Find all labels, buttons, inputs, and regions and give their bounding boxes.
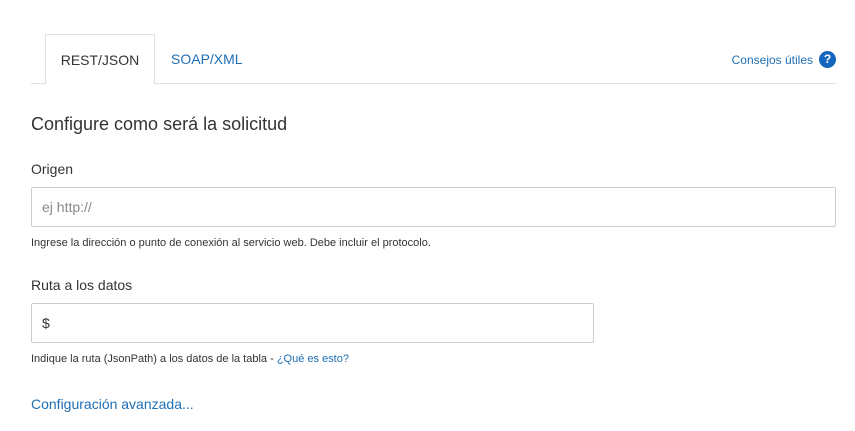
origin-input[interactable] — [31, 187, 836, 227]
data-path-hint: Indique la ruta (JsonPath) a los datos d… — [31, 353, 349, 365]
request-config-page: REST/JSON SOAP/XML Consejos útiles ? Con… — [0, 0, 855, 431]
help-tips-link[interactable]: Consejos útiles ? — [732, 51, 836, 68]
data-path-input[interactable] — [31, 303, 594, 343]
origin-hint: Ingrese la dirección o punto de conexión… — [31, 237, 431, 249]
tab-rest-json[interactable]: REST/JSON — [45, 34, 155, 85]
advanced-settings-link[interactable]: Configuración avanzada... — [31, 396, 194, 412]
tabs-bar: REST/JSON SOAP/XML Consejos útiles ? — [31, 34, 836, 85]
what-is-this-link[interactable]: ¿Qué es esto? — [277, 353, 349, 365]
section-title: Configure como será la solicitud — [31, 114, 288, 134]
help-tips-label: Consejos útiles — [731, 52, 813, 67]
tab-soap-xml[interactable]: SOAP/XML — [171, 34, 243, 84]
data-path-label: Ruta a los datos — [31, 277, 133, 293]
question-circle-icon[interactable]: ? — [819, 51, 836, 68]
data-path-hint-text: Indique la ruta (JsonPath) a los datos d… — [31, 353, 277, 365]
origin-label: Origen — [31, 161, 74, 177]
